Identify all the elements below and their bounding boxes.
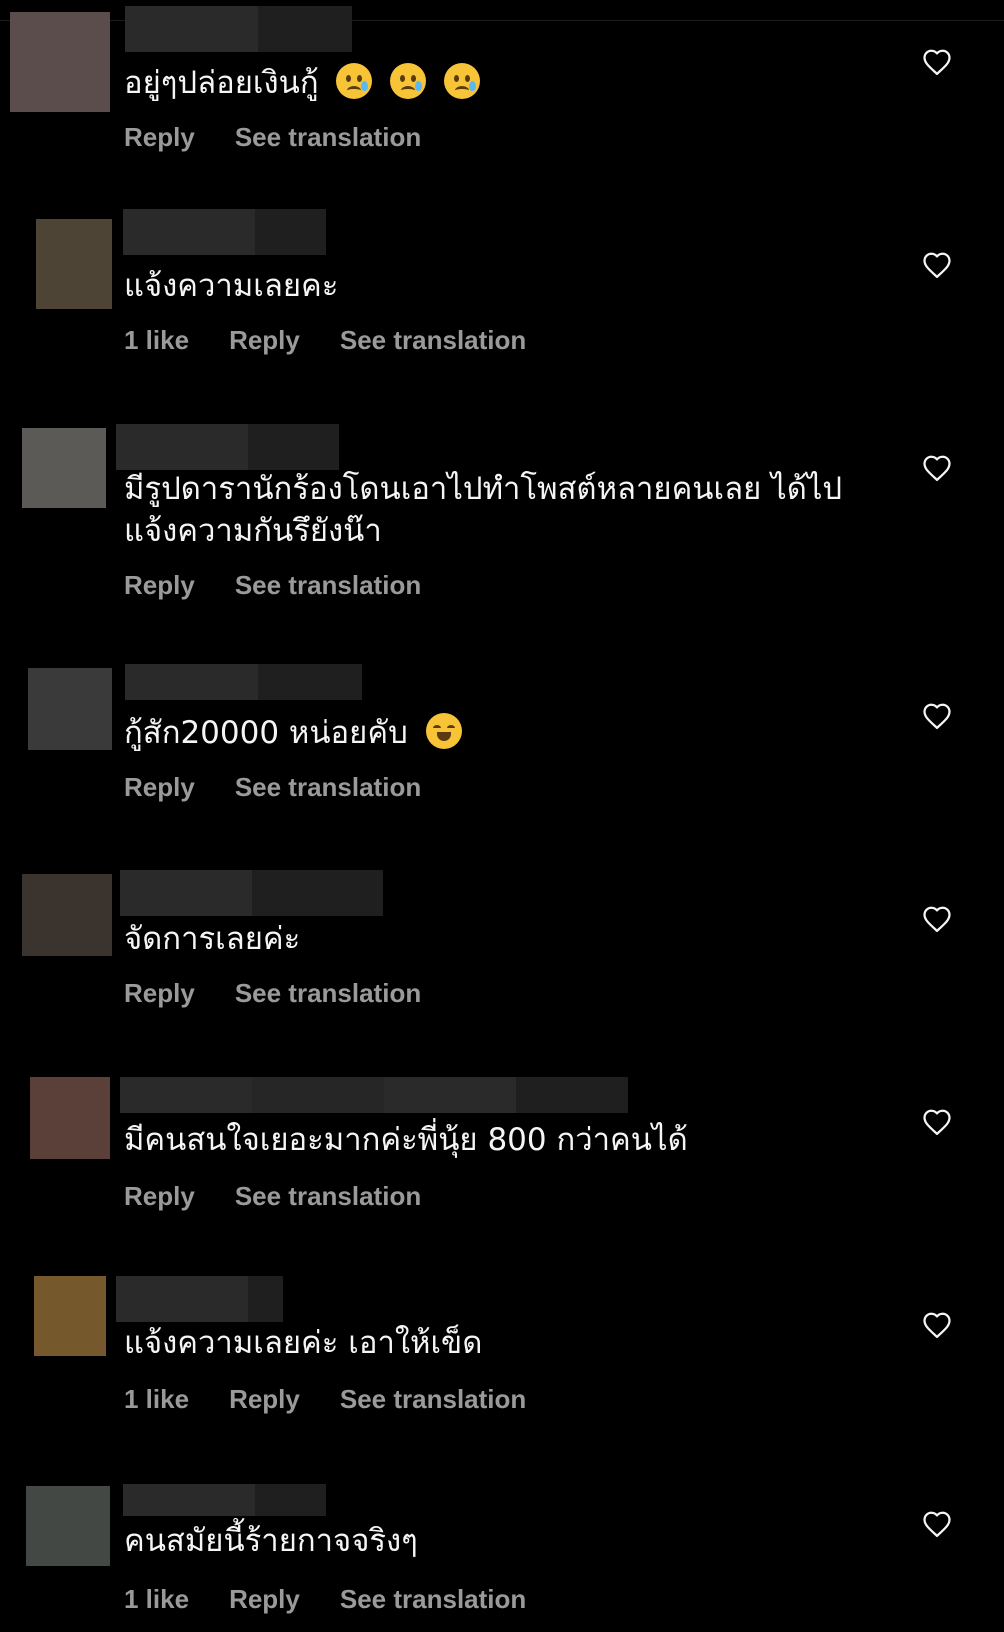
comment-item: กู้สัก20000 หน่อยคับ Reply See translati…: [0, 664, 1004, 854]
comment-text-content: มีคนสนใจเยอะมากค่ะพี่นุ้ย 800 กว่าคนได้: [124, 1122, 688, 1158]
comment-text-content: อยู่ๆปล่อยเงินกู้: [124, 65, 319, 101]
see-translation-button[interactable]: See translation: [340, 1384, 526, 1415]
comment-item: มีรูปดารานักร้องโดนเอาไปทำโพสต์หลายคนเลย…: [0, 424, 1004, 624]
heart-outline-icon[interactable]: [922, 702, 952, 730]
comment-text: แจ้งความเลยคะ: [124, 265, 874, 307]
username-redacted[interactable]: [123, 209, 326, 255]
like-count[interactable]: 1 like: [124, 1384, 189, 1415]
heart-outline-icon[interactable]: [922, 1108, 952, 1136]
comment-actions: 1 like Reply See translation: [124, 1584, 566, 1615]
comment-actions: Reply See translation: [124, 772, 461, 803]
comment-text: มีรูปดารานักร้องโดนเอาไปทำโพสต์หลายคนเลย…: [124, 468, 884, 552]
heart-outline-icon[interactable]: [922, 251, 952, 279]
comment-text: มีคนสนใจเยอะมากค่ะพี่นุ้ย 800 กว่าคนได้: [124, 1119, 874, 1161]
crying-face-emoji-icon: [444, 63, 481, 99]
reply-button[interactable]: Reply: [124, 570, 195, 601]
heart-outline-icon[interactable]: [922, 1311, 952, 1339]
avatar[interactable]: [36, 219, 112, 309]
comment-item: แจ้งความเลยคะ 1 like Reply See translati…: [0, 209, 1004, 399]
comment-text-content: คนสมัยนี้ร้ายกาจจริงๆ: [124, 1523, 418, 1559]
username-redacted[interactable]: [125, 664, 362, 700]
comment-text-content: แจ้งความเลยคะ: [124, 268, 339, 304]
reply-button[interactable]: Reply: [229, 1584, 300, 1615]
comment-text-content: มีรูปดารานักร้องโดนเอาไปทำโพสต์หลายคนเลย…: [124, 471, 843, 549]
reply-button[interactable]: Reply: [229, 1384, 300, 1415]
avatar[interactable]: [28, 668, 112, 750]
avatar[interactable]: [34, 1276, 106, 1356]
see-translation-button[interactable]: See translation: [235, 1181, 421, 1212]
username-redacted[interactable]: [120, 870, 383, 916]
comment-item: อยู่ๆปล่อยเงินกู้ Reply See translation: [0, 6, 1004, 196]
comment-text: อยู่ๆปล่อยเงินกู้: [124, 62, 874, 104]
comment-text-content: กู้สัก20000 หน่อยคับ: [124, 715, 408, 751]
comment-item: มีคนสนใจเยอะมากค่ะพี่นุ้ย 800 กว่าคนได้ …: [0, 1077, 1004, 1267]
avatar[interactable]: [26, 1486, 110, 1566]
avatar[interactable]: [22, 428, 106, 508]
reply-button[interactable]: Reply: [124, 1181, 195, 1212]
reply-button[interactable]: Reply: [229, 325, 300, 356]
comment-text-content: จัดการเลยค่ะ: [124, 921, 301, 957]
see-translation-button[interactable]: See translation: [235, 122, 421, 153]
see-translation-button[interactable]: See translation: [235, 570, 421, 601]
see-translation-button[interactable]: See translation: [235, 772, 421, 803]
comment-text: จัดการเลยค่ะ: [124, 918, 874, 960]
avatar[interactable]: [10, 12, 110, 112]
username-redacted[interactable]: [123, 1484, 326, 1516]
heart-outline-icon[interactable]: [922, 1510, 952, 1538]
see-translation-button[interactable]: See translation: [340, 325, 526, 356]
username-redacted[interactable]: [125, 6, 352, 52]
heart-outline-icon[interactable]: [922, 905, 952, 933]
see-translation-button[interactable]: See translation: [235, 978, 421, 1009]
comment-actions: Reply See translation: [124, 1181, 461, 1212]
reply-button[interactable]: Reply: [124, 122, 195, 153]
comment-text: กู้สัก20000 หน่อยคับ: [124, 712, 874, 754]
comment-item: จัดการเลยค่ะ Reply See translation: [0, 870, 1004, 1060]
comment-actions: Reply See translation: [124, 570, 461, 601]
username-redacted[interactable]: [116, 1276, 283, 1322]
avatar[interactable]: [22, 874, 112, 956]
comment-actions: Reply See translation: [124, 978, 461, 1009]
like-count[interactable]: 1 like: [124, 325, 189, 356]
username-redacted[interactable]: [116, 424, 339, 470]
comment-item: แจ้งความเลยค่ะ เอาให้เข็ด 1 like Reply S…: [0, 1276, 1004, 1466]
heart-outline-icon[interactable]: [922, 48, 952, 76]
crying-face-emoji-icon: [336, 63, 373, 99]
heart-outline-icon[interactable]: [922, 454, 952, 482]
like-count[interactable]: 1 like: [124, 1584, 189, 1615]
comment-actions: Reply See translation: [124, 122, 461, 153]
reply-button[interactable]: Reply: [124, 772, 195, 803]
reply-button[interactable]: Reply: [124, 978, 195, 1009]
see-translation-button[interactable]: See translation: [340, 1584, 526, 1615]
comment-actions: 1 like Reply See translation: [124, 325, 566, 356]
comment-text-content: แจ้งความเลยค่ะ เอาให้เข็ด: [124, 1325, 483, 1361]
username-redacted[interactable]: [120, 1077, 628, 1113]
comment-item: คนสมัยนี้ร้ายกาจจริงๆ 1 like Reply See t…: [0, 1484, 1004, 1632]
crying-face-emoji-icon: [390, 63, 427, 99]
laughing-face-emoji-icon: [425, 713, 462, 749]
comment-actions: 1 like Reply See translation: [124, 1384, 566, 1415]
comment-text: แจ้งความเลยค่ะ เอาให้เข็ด: [124, 1322, 874, 1364]
avatar[interactable]: [30, 1077, 110, 1159]
comment-text: คนสมัยนี้ร้ายกาจจริงๆ: [124, 1520, 874, 1562]
